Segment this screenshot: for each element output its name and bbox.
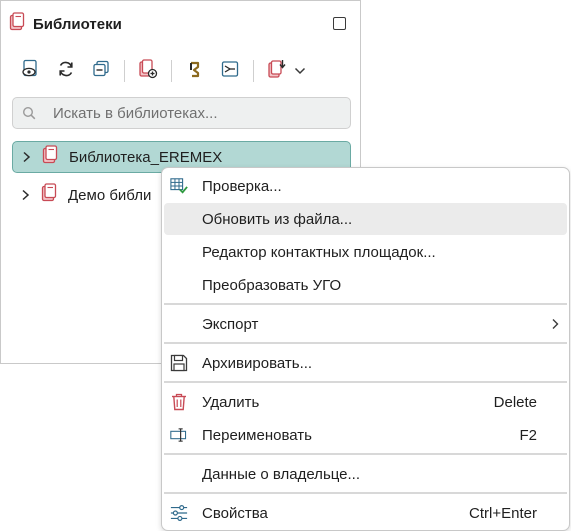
refresh-button[interactable] xyxy=(54,59,78,83)
component-button[interactable] xyxy=(183,59,207,83)
menu-item-label: Редактор контактных площадок... xyxy=(202,243,436,261)
menu-item-label: Проверка... xyxy=(202,177,282,195)
refresh-icon xyxy=(56,59,76,84)
trash-icon xyxy=(170,393,188,411)
search-icon xyxy=(22,106,36,120)
toolbar-separator xyxy=(171,60,172,82)
menu-separator xyxy=(164,453,567,455)
maximize-button[interactable] xyxy=(333,17,346,30)
menu-item-label: Преобразовать УГО xyxy=(202,276,342,294)
component-icon xyxy=(185,59,205,84)
library-book-icon xyxy=(9,12,25,36)
search-box xyxy=(12,97,351,129)
menu-separator xyxy=(164,492,567,494)
menu-item-label: Удалить xyxy=(202,393,260,411)
menu-item-label: Экспорт xyxy=(202,315,259,333)
chevron-down-icon xyxy=(294,62,306,80)
save-icon xyxy=(170,354,188,372)
menu-separator xyxy=(164,342,567,344)
menu-item-owner-data[interactable]: Данные о владельце... xyxy=(164,458,567,490)
rename-icon xyxy=(170,426,188,444)
library-book-icon xyxy=(42,145,58,169)
menu-item-export[interactable]: Экспорт xyxy=(164,308,567,340)
menu-item-shortcut: Ctrl+Enter xyxy=(469,504,537,522)
menu-item-label: Переименовать xyxy=(202,426,312,444)
book-add-icon xyxy=(138,58,158,84)
sliders-icon xyxy=(170,504,188,522)
library-book-icon xyxy=(41,183,57,207)
menu-item-label: Обновить из файла... xyxy=(202,210,353,228)
view-library-button[interactable] xyxy=(19,59,43,83)
book-import-icon xyxy=(267,59,287,84)
add-library-button[interactable] xyxy=(136,58,160,84)
menu-item-label: Свойства xyxy=(202,504,268,522)
toolbar-separator xyxy=(124,60,125,82)
menu-item-rename[interactable]: Переименовать F2 xyxy=(164,419,567,451)
symbol-editor-button[interactable] xyxy=(218,59,242,83)
menu-separator xyxy=(164,381,567,383)
toolbar-separator xyxy=(253,60,254,82)
search-input[interactable] xyxy=(51,103,345,123)
import-dropdown-button[interactable] xyxy=(293,59,307,83)
symbol-editor-icon xyxy=(220,59,240,84)
chevron-right-icon[interactable] xyxy=(21,189,30,201)
menu-item-convert-ugo[interactable]: Преобразовать УГО xyxy=(164,269,567,301)
import-library-button[interactable] xyxy=(265,59,289,83)
menu-item-properties[interactable]: Свойства Ctrl+Enter xyxy=(164,497,567,529)
table-check-icon xyxy=(170,177,188,195)
menu-separator xyxy=(164,303,567,305)
menu-item-label: Данные о владельце... xyxy=(202,465,361,483)
tree-item-label: Демо библи xyxy=(68,186,152,204)
book-eye-icon xyxy=(21,59,41,84)
menu-item-label: Архивировать... xyxy=(202,354,313,372)
menu-item-check[interactable]: Проверка... xyxy=(164,170,567,202)
context-menu: Проверка... Обновить из файла... Редакто… xyxy=(161,167,570,531)
menu-item-shortcut: Delete xyxy=(493,393,537,411)
chevron-right-icon[interactable] xyxy=(22,151,31,163)
panel-title: Библиотеки xyxy=(33,15,122,33)
menu-item-shortcut: F2 xyxy=(519,426,537,444)
chevron-right-icon xyxy=(551,318,559,330)
menu-item-archive[interactable]: Архивировать... xyxy=(164,347,567,379)
toolbar xyxy=(19,58,318,84)
collapse-all-icon xyxy=(91,59,111,84)
collapse-all-button[interactable] xyxy=(89,59,113,83)
menu-item-pad-editor[interactable]: Редактор контактных площадок... xyxy=(164,236,567,268)
menu-item-update-from-file[interactable]: Обновить из файла... xyxy=(164,203,567,235)
menu-item-delete[interactable]: Удалить Delete xyxy=(164,386,567,418)
tree-item-label: Библиотека_EREMEX xyxy=(69,148,223,166)
panel-header: Библиотеки xyxy=(9,12,122,36)
